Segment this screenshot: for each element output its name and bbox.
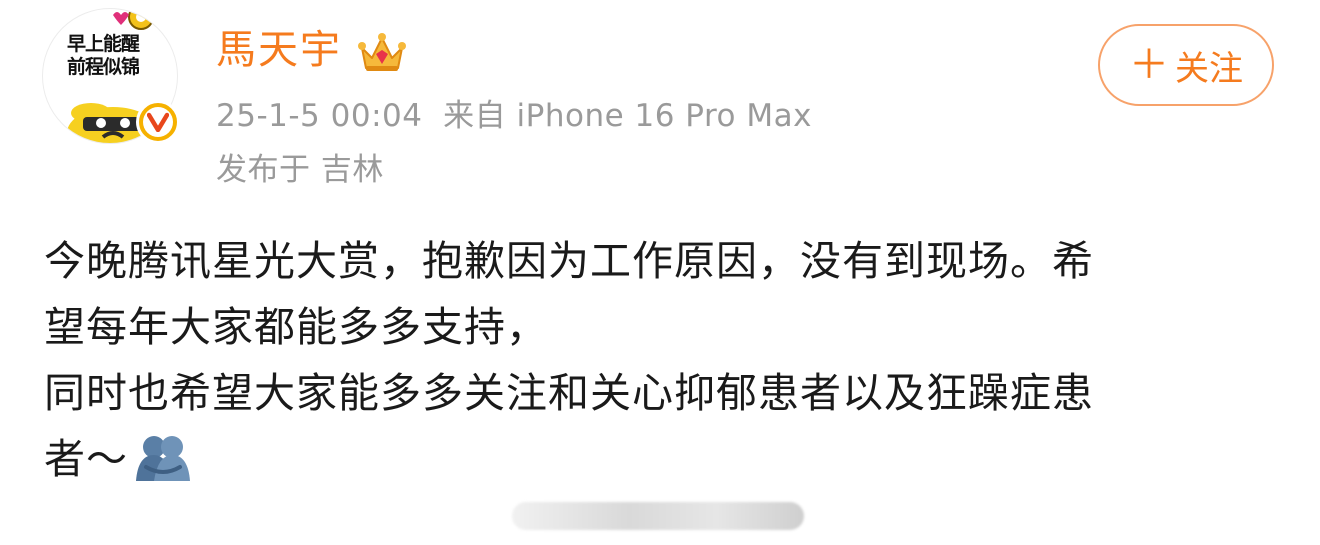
- post-line: 望每年大家都能多多支持，: [44, 303, 548, 351]
- post-line-text: 者～: [44, 435, 128, 483]
- plus-icon: ＋: [1129, 42, 1169, 88]
- post-line: 同时也希望大家能多多关注和关心抑郁患者以及狂躁症患: [44, 369, 1094, 417]
- hug-icon: [136, 436, 190, 481]
- follow-button[interactable]: ＋ 关注: [1098, 24, 1274, 106]
- username[interactable]: 馬天宇: [216, 24, 342, 76]
- follow-label: 关注: [1175, 48, 1243, 89]
- crown-icon: [358, 33, 406, 71]
- verified-v-icon: [143, 107, 173, 137]
- post-line: 今晚腾讯星光大赏，抱歉因为工作原因，没有到现场。希: [44, 237, 1094, 285]
- verified-badge: [136, 100, 180, 144]
- post-line-last: 者～: [44, 426, 1284, 492]
- post-location: 发布于 吉林: [216, 152, 384, 188]
- post-time-source: 25-1-5 00:04 来自 iPhone 16 Pro Max: [216, 98, 812, 134]
- post-body: 今晚腾讯星光大赏，抱歉因为工作原因，没有到现场。希 望每年大家都能多多支持， 同…: [44, 228, 1284, 492]
- blurred-watermark-strip: [512, 502, 804, 530]
- avatar-text: 早上能醒 前程似锦: [66, 33, 140, 78]
